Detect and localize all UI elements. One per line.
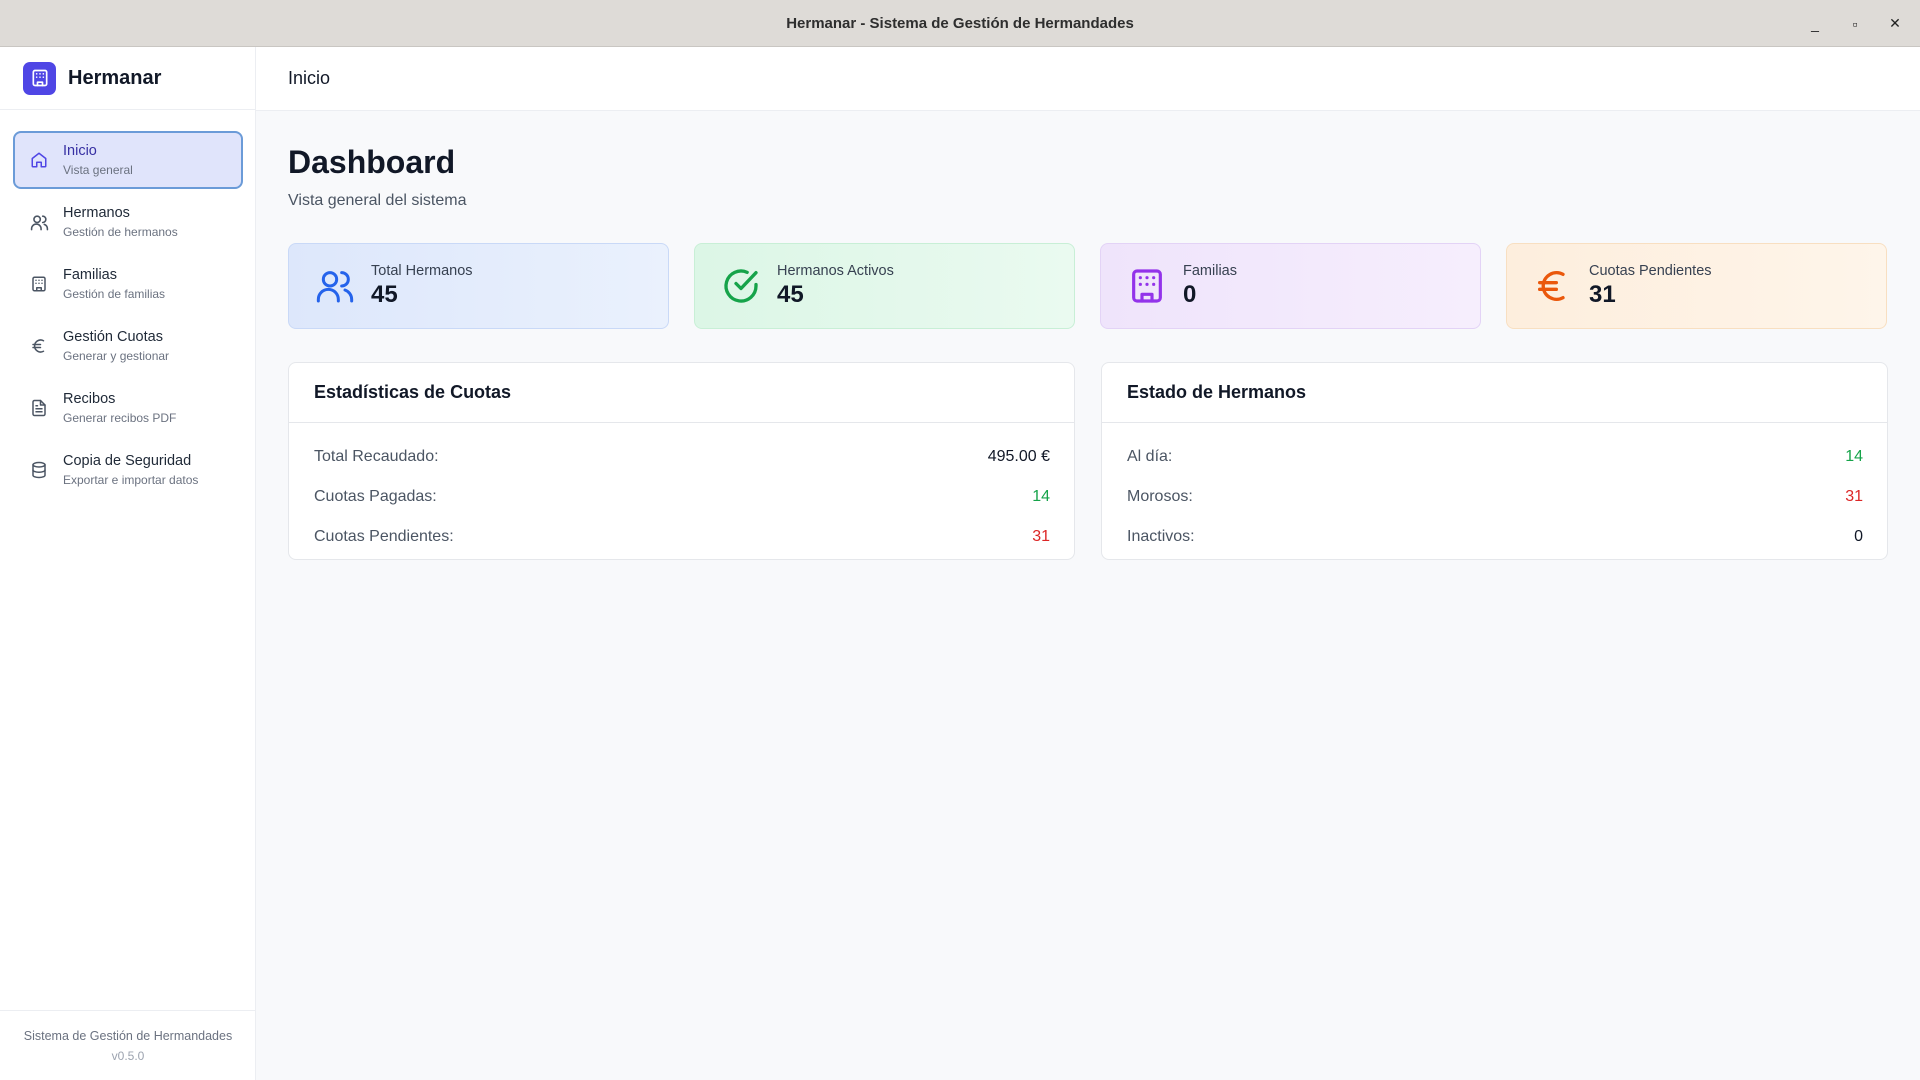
panel-body: Al día: 14 Morosos: 31 Inactivos: 0 xyxy=(1102,423,1887,557)
maximize-button[interactable]: ▫ xyxy=(1842,11,1868,37)
sidebar-item-sublabel: Generar recibos PDF xyxy=(63,411,177,425)
sidebar-item-label: Inicio xyxy=(63,143,97,159)
home-icon xyxy=(28,149,50,171)
minimize-button[interactable]: _ xyxy=(1802,11,1828,37)
stat-row-inactivos: Inactivos: 0 xyxy=(1127,517,1863,557)
sidebar-item-label: Gestión Cuotas xyxy=(63,329,163,345)
sidebar-item-inicio[interactable]: Inicio Vista general xyxy=(13,131,243,189)
stat-row-total-recaudado: Total Recaudado: 495.00 € xyxy=(314,437,1050,477)
stat-card-familias: Familias 0 xyxy=(1100,243,1481,329)
stat-row-al-dia: Al día: 14 xyxy=(1127,437,1863,477)
sidebar-item-sublabel: Exportar e importar datos xyxy=(63,473,199,487)
stat-row-cuotas-pagadas: Cuotas Pagadas: 14 xyxy=(314,477,1050,517)
panel-title: Estadísticas de Cuotas xyxy=(314,382,512,402)
sidebar-nav: Inicio Vista general Hermanos Gestión de… xyxy=(0,47,256,503)
sidebar-item-familias[interactable]: Familias Gestión de familias xyxy=(13,255,243,313)
stat-card-total-hermanos: Total Hermanos 45 xyxy=(288,243,669,329)
main-content: Dashboard Vista general del sistema Tota… xyxy=(256,111,1920,1080)
check-circle-icon xyxy=(720,265,762,307)
sidebar-item-sublabel: Generar y gestionar xyxy=(63,349,170,363)
sidebar-item-hermanos[interactable]: Hermanos Gestión de hermanos xyxy=(13,193,243,251)
building-icon xyxy=(1126,265,1168,307)
stat-row-cuotas-pendientes: Cuotas Pendientes: 31 xyxy=(314,517,1050,557)
stats-cards: Total Hermanos 45 Hermanos Activos 45 Fa… xyxy=(288,243,1888,329)
panel-header: Estadísticas de Cuotas xyxy=(289,363,1074,423)
sidebar-item-label: Copia de Seguridad xyxy=(63,453,192,469)
window-titlebar: Hermanar - Sistema de Gestión de Hermand… xyxy=(0,0,1920,47)
users-icon xyxy=(314,265,356,307)
footer-system-name: Sistema de Gestión de Hermandades xyxy=(23,1028,233,1043)
row-label: Al día: xyxy=(1127,448,1173,465)
row-label: Cuotas Pendientes: xyxy=(314,528,454,545)
sidebar-item-copia-seguridad[interactable]: Copia de Seguridad Exportar e importar d… xyxy=(13,441,243,499)
sidebar-item-recibos[interactable]: Recibos Generar recibos PDF xyxy=(13,379,243,437)
stat-row-morosos: Morosos: 31 xyxy=(1127,477,1863,517)
cuotas-stats-panel: Estadísticas de Cuotas Total Recaudado: … xyxy=(288,362,1075,560)
sidebar-item-label: Recibos xyxy=(63,391,116,407)
stat-label: Cuotas Pendientes xyxy=(1589,263,1712,279)
row-value: 31 xyxy=(1032,528,1050,545)
building-icon xyxy=(28,273,50,295)
row-label: Total Recaudado: xyxy=(314,448,439,465)
row-label: Morosos: xyxy=(1127,488,1193,505)
row-value: 495.00 € xyxy=(987,448,1050,465)
row-value: 14 xyxy=(1845,448,1863,465)
sidebar-footer: Sistema de Gestión de Hermandades v0.5.0 xyxy=(0,1010,256,1080)
hermanos-status-panel: Estado de Hermanos Al día: 14 Morosos: 3… xyxy=(1101,362,1888,560)
row-label: Inactivos: xyxy=(1127,528,1195,545)
sidebar-item-sublabel: Vista general xyxy=(63,163,133,177)
window-controls: _ ▫ ✕ xyxy=(1802,0,1908,47)
stat-card-hermanos-activos: Hermanos Activos 45 xyxy=(694,243,1075,329)
stat-value: 31 xyxy=(1589,281,1616,308)
database-icon xyxy=(28,459,50,481)
sidebar-item-gestion-cuotas[interactable]: Gestión Cuotas Generar y gestionar xyxy=(13,317,243,375)
breadcrumb: Inicio xyxy=(288,68,331,88)
top-header: Inicio xyxy=(256,47,1920,111)
page-subtitle: Vista general del sistema xyxy=(288,192,467,209)
euro-icon xyxy=(1532,265,1574,307)
page-title: Dashboard xyxy=(288,144,456,180)
stat-label: Familias xyxy=(1183,263,1237,279)
panel-body: Total Recaudado: 495.00 € Cuotas Pagadas… xyxy=(289,423,1074,557)
row-value: 0 xyxy=(1854,528,1863,545)
stat-label: Hermanos Activos xyxy=(777,263,894,279)
row-value: 31 xyxy=(1845,488,1863,505)
stat-label: Total Hermanos xyxy=(371,263,473,279)
euro-icon xyxy=(28,335,50,357)
stat-value: 45 xyxy=(371,281,398,308)
sidebar: Hermanar Inicio Vista general Hermanos G… xyxy=(0,47,256,1080)
sidebar-item-label: Hermanos xyxy=(63,205,130,221)
stat-value: 0 xyxy=(1183,281,1197,308)
sidebar-item-label: Familias xyxy=(63,267,117,283)
panel-title: Estado de Hermanos xyxy=(1127,382,1307,402)
users-icon xyxy=(28,211,50,233)
document-icon xyxy=(28,397,50,419)
panel-header: Estado de Hermanos xyxy=(1102,363,1887,423)
panels: Estadísticas de Cuotas Total Recaudado: … xyxy=(288,362,1888,560)
stat-value: 45 xyxy=(777,281,804,308)
stat-card-cuotas-pendientes: Cuotas Pendientes 31 xyxy=(1506,243,1887,329)
row-label: Cuotas Pagadas: xyxy=(314,488,437,505)
window-title: Hermanar - Sistema de Gestión de Hermand… xyxy=(786,14,1134,32)
row-value: 14 xyxy=(1032,488,1050,505)
sidebar-item-sublabel: Gestión de hermanos xyxy=(63,225,178,239)
footer-version: v0.5.0 xyxy=(111,1048,145,1063)
close-button[interactable]: ✕ xyxy=(1882,11,1908,37)
sidebar-item-sublabel: Gestión de familias xyxy=(63,287,166,301)
